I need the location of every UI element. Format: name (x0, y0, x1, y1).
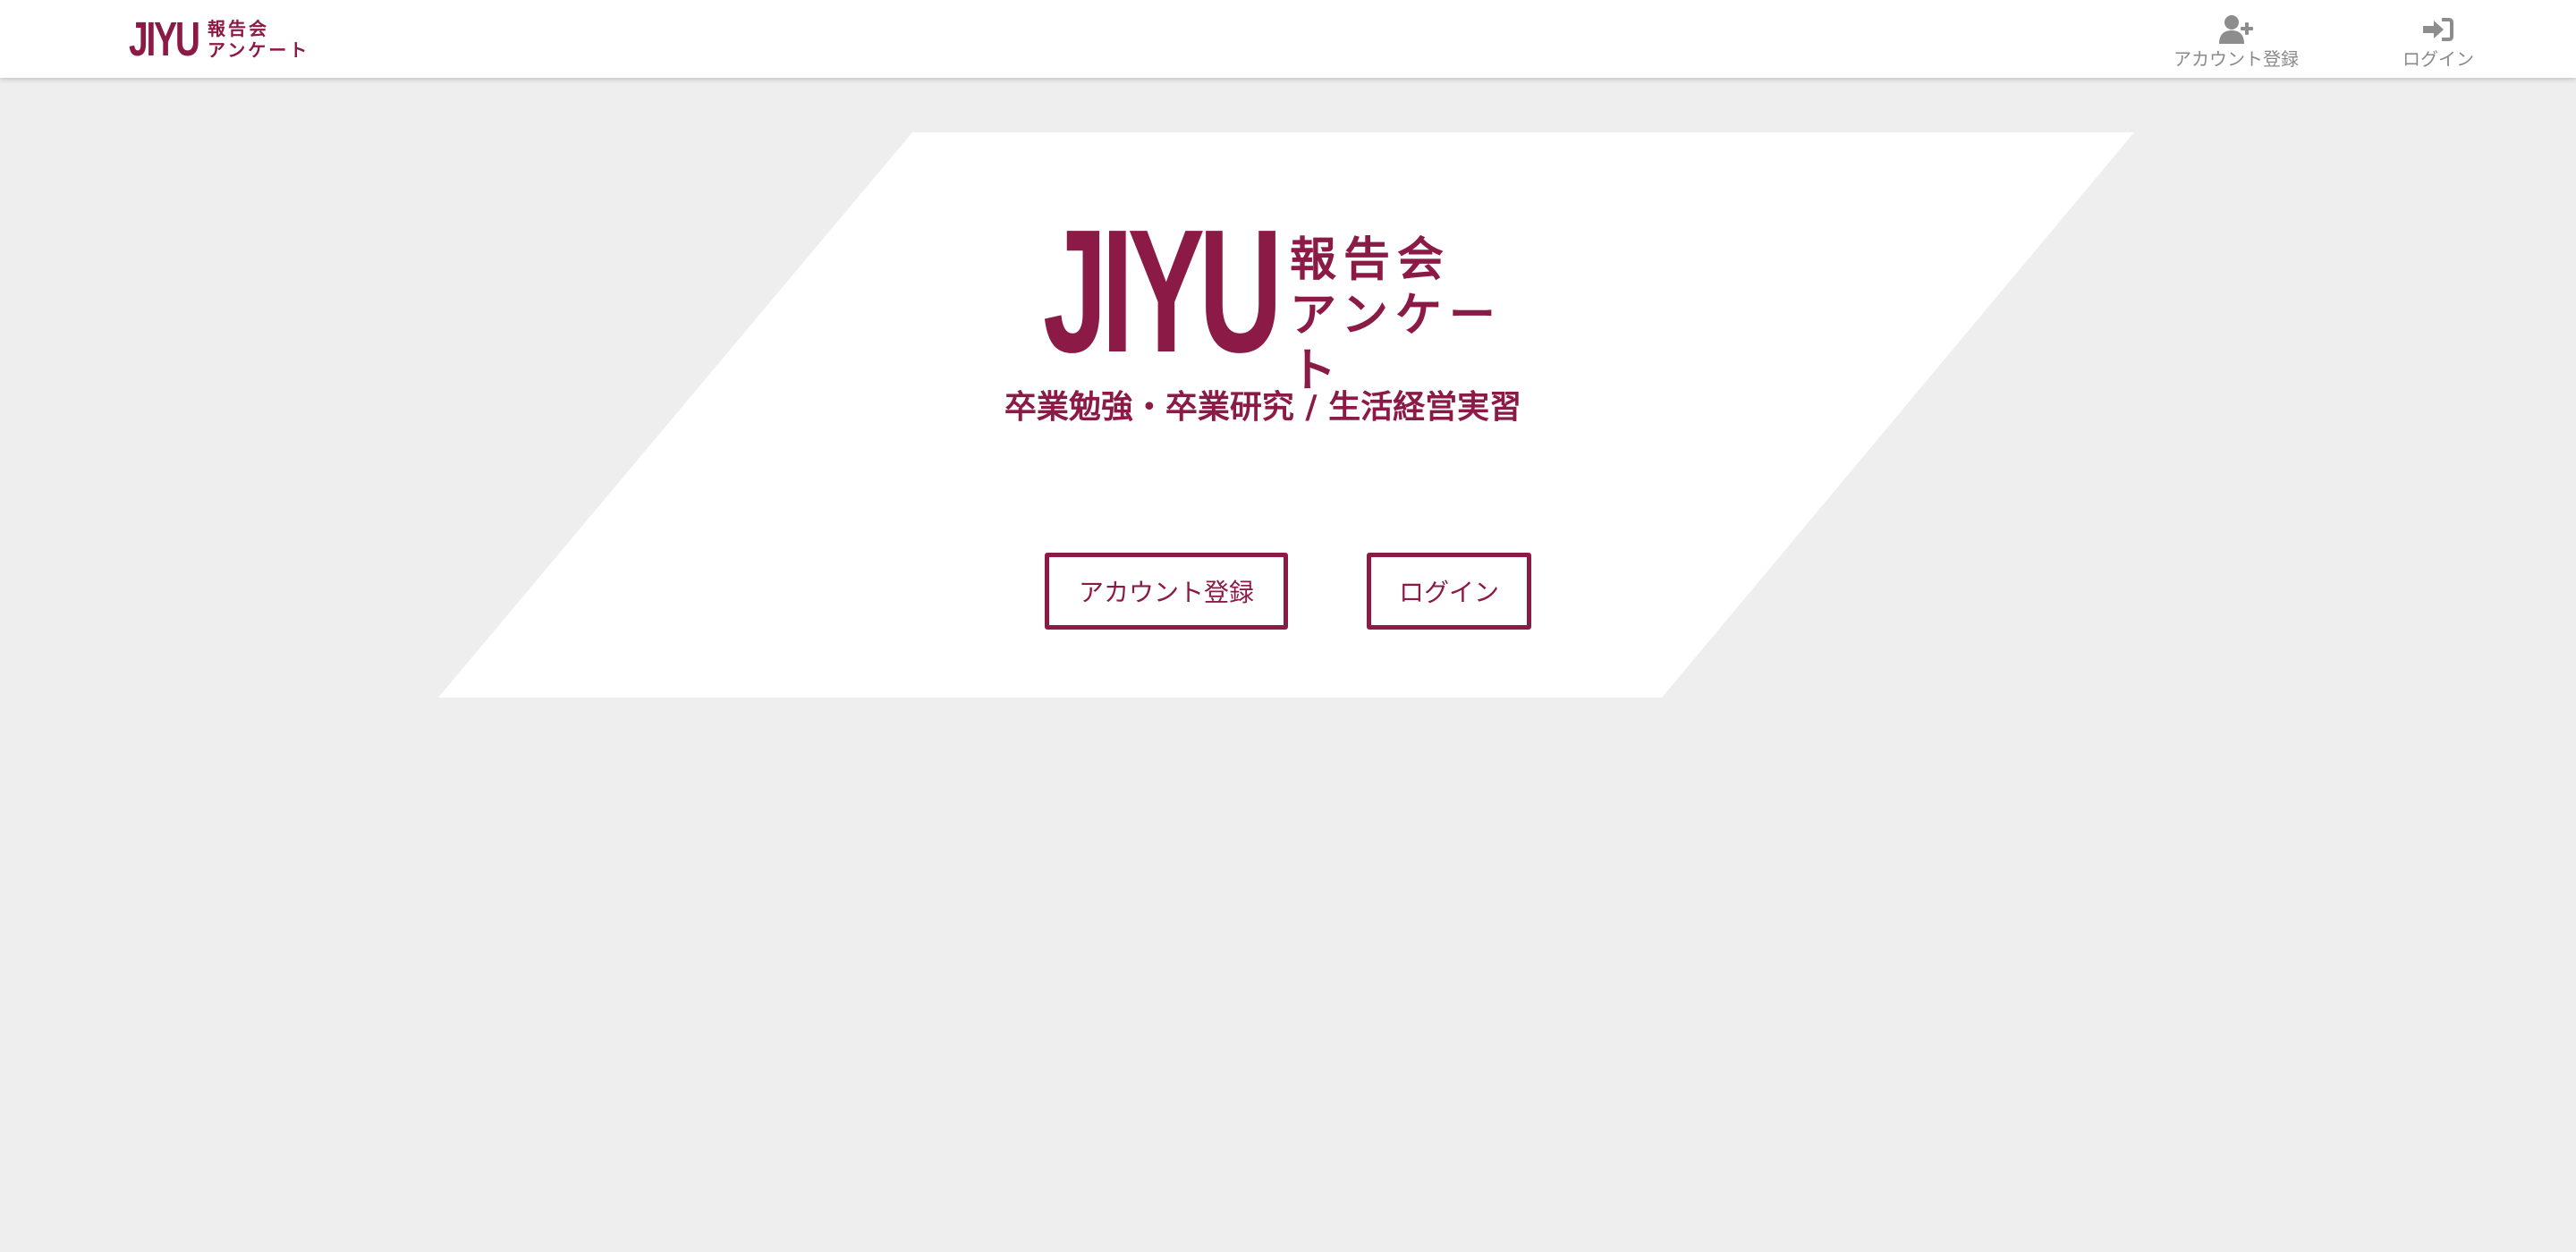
nav-account-register-label: アカウント登録 (2174, 48, 2299, 70)
nav-account-register[interactable]: アカウント登録 (2174, 14, 2299, 70)
hero-panel: JIYU 報告会 アンケート 卒業勉強・卒業研究 / 生活経営実習 アカウント登… (438, 132, 2138, 698)
login-button[interactable]: ログイン (1367, 553, 1531, 630)
hero-subtitle-line1: 報告会 (1290, 233, 1452, 287)
hero-tagline: 卒業勉強・卒業研究 / 生活経営実習 (1004, 389, 1522, 426)
sign-in-icon (2423, 18, 2453, 41)
brand-logo-word: JIYU (129, 13, 200, 66)
hero-subtitle-line2: アンケート (1290, 288, 1503, 398)
account-register-button[interactable]: アカウント登録 (1045, 553, 1288, 630)
user-plus-icon (2219, 15, 2253, 44)
top-navbar: JIYU 報告会 アンケート アカウント登録 ログイン (0, 0, 2576, 78)
hero-logo: JIYU 報告会 アンケート (1043, 193, 1544, 399)
brand-subtitle-line2: アンケート (208, 39, 310, 61)
nav-login-label: ログイン (2402, 48, 2474, 70)
brand-logo-link[interactable]: JIYU 報告会 アンケート (129, 13, 309, 66)
brand-subtitle-line1: 報告会 (208, 18, 269, 39)
hero-logo-word: JIYU (1043, 193, 1283, 389)
brand-logo-subtitle: 報告会 アンケート (208, 18, 309, 61)
hero-logo-subtitle: 報告会 アンケート (1290, 233, 1544, 399)
nav-login[interactable]: ログイン (2402, 14, 2474, 70)
